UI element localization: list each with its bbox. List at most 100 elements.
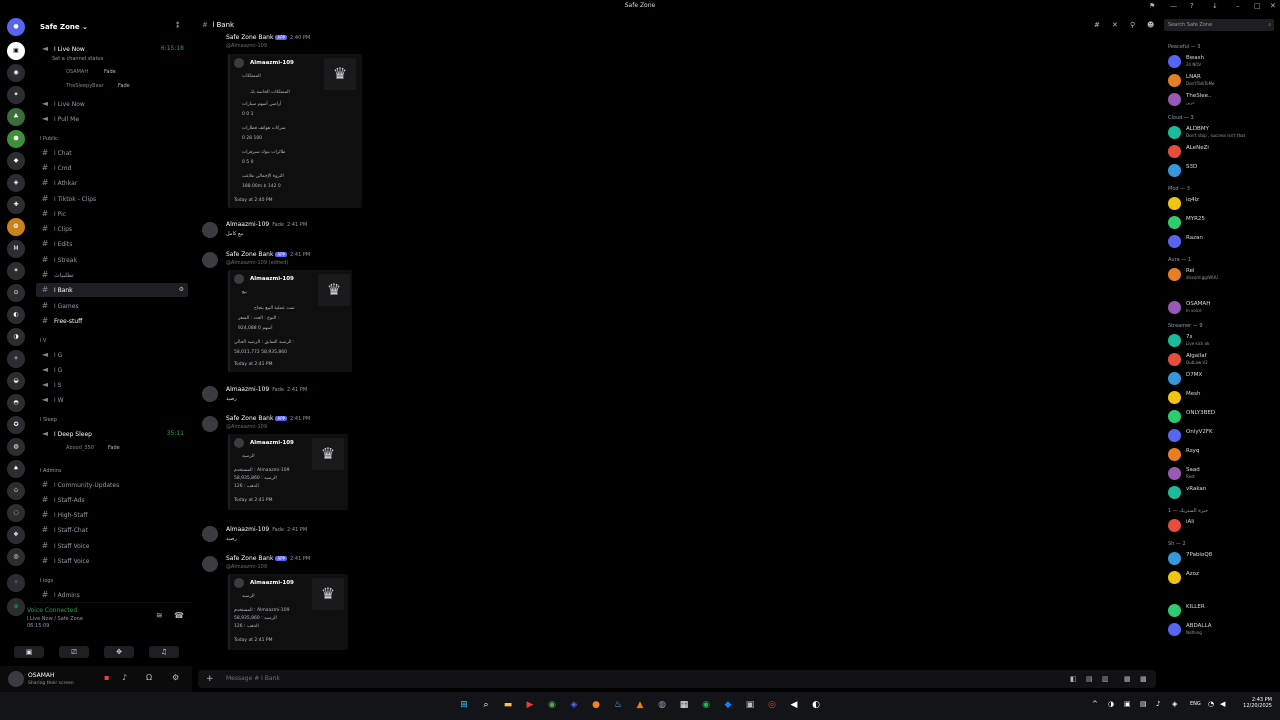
category-sleep[interactable]: ا Sleep	[40, 417, 57, 423]
text-channel[interactable]: # ا Staff Voice	[36, 539, 188, 553]
notification-icon[interactable]: ✕	[1112, 21, 1118, 29]
server-name-header[interactable]: Safe Zone ⌄	[32, 18, 192, 36]
wifi-icon[interactable]: ◔	[1208, 700, 1214, 708]
discord-icon[interactable]: ◈	[567, 698, 581, 712]
inbox-icon[interactable]: ⚑	[1149, 2, 1155, 10]
add-attachment-icon[interactable]: +	[206, 670, 214, 688]
file-explorer-icon[interactable]: ▬	[501, 698, 515, 712]
steam-icon[interactable]: ♨	[611, 698, 625, 712]
microphone-icon[interactable]: ♪	[122, 673, 127, 682]
text-channel[interactable]: # ا Games	[36, 299, 188, 313]
member-item[interactable]: Mesh	[1166, 390, 1278, 406]
headphones-icon[interactable]: Ω	[146, 673, 152, 682]
server-icon[interactable]: ✧	[7, 350, 25, 368]
voice-channel[interactable]: ◄ ا W	[36, 393, 188, 407]
text-channel[interactable]: # ا Tiktok - Clips	[36, 192, 188, 206]
avatar[interactable]	[202, 416, 218, 432]
member-item[interactable]: ONLY3BED	[1166, 409, 1278, 425]
voice-user[interactable]: TheSleepyBear	[66, 83, 104, 89]
noise-suppression-icon[interactable]: ≋	[156, 611, 163, 620]
message-author[interactable]: Safe Zone Bank APP 2:41 PM	[226, 555, 310, 562]
app-icon[interactable]: ◐	[809, 698, 823, 712]
server-icon[interactable]: ✚	[7, 196, 25, 214]
stream-icon[interactable]: ▪	[104, 673, 109, 682]
tray-icon[interactable]: ♪	[1156, 700, 1160, 708]
tray-icon[interactable]: ▣	[1124, 700, 1131, 708]
member-item[interactable]: OSAMAH In voice	[1166, 300, 1278, 316]
server-icon[interactable]: ◑	[7, 328, 25, 346]
app-icon[interactable]: ◎	[765, 698, 779, 712]
message-author[interactable]: Safe Zone Bank APP 2:40 PM	[226, 34, 310, 41]
app-icon[interactable]: ▣	[743, 698, 757, 712]
server-icon[interactable]: ◆	[7, 152, 25, 170]
server-icon[interactable]: ⬢	[7, 130, 25, 148]
threads-icon[interactable]: #	[1094, 21, 1100, 29]
avatar[interactable]	[202, 252, 218, 268]
member-item[interactable]: ABDALLA Nothing	[1166, 622, 1278, 638]
message-reply-mention[interactable]: @Almaazmi-109	[226, 564, 267, 570]
spotify-icon[interactable]: ◉	[699, 698, 713, 712]
message-author[interactable]: Almaazmi-109 Fade 2:41 PM	[226, 526, 307, 533]
message-author[interactable]: Almaazmi-109 Fade 2:41 PM	[226, 221, 307, 228]
category-public[interactable]: ا Public	[40, 136, 58, 142]
avatar[interactable]	[202, 556, 218, 572]
server-icon[interactable]: M	[7, 240, 25, 258]
member-item[interactable]: Saad Rest	[1166, 466, 1278, 482]
text-channel-selected[interactable]: # ا Bank ⚙	[36, 283, 188, 297]
message-reply-mention[interactable]: @Almaazmi-109	[226, 43, 267, 49]
channel-status-prompt[interactable]: Set a channel status	[52, 56, 103, 62]
message-author[interactable]: Almaazmi-109 Fade 2:41 PM	[226, 386, 307, 393]
tray-icon[interactable]: ▤	[1140, 700, 1147, 708]
voice-channel[interactable]: ◄ ا G	[36, 363, 188, 377]
text-channel[interactable]: # تطلبيات	[36, 268, 188, 282]
member-item[interactable]: LNAR Don'tTalkToMe	[1166, 73, 1278, 89]
help-icon[interactable]: ?	[1190, 2, 1194, 10]
camera-button[interactable]: ▣	[14, 646, 44, 658]
member-item[interactable]: vRakan	[1166, 485, 1278, 501]
member-item[interactable]: iq4lz	[1166, 196, 1278, 212]
message-reply-mention[interactable]: @Almaazmi-109 (edited)	[226, 260, 288, 266]
member-item[interactable]: Rel discord.gg/WUU	[1166, 267, 1278, 283]
invite-icon[interactable]: ⁑	[176, 22, 180, 30]
message-author[interactable]: Safe Zone Bank APP 2:41 PM	[226, 415, 310, 422]
server-icon[interactable]: ♣	[7, 108, 25, 126]
tray-icon[interactable]: ◈	[1172, 700, 1177, 708]
text-channel[interactable]: # ا Community-Updates	[36, 478, 188, 492]
voice-channel-live-now[interactable]: ◄ ا Live Now 6:15:18	[36, 42, 188, 56]
window-maximize-icon[interactable]: □	[1254, 2, 1261, 10]
server-icon[interactable]: ✪	[7, 416, 25, 434]
text-channel[interactable]: # ا High-Staff	[36, 508, 188, 522]
sticker-icon[interactable]: ▥	[1102, 670, 1109, 688]
member-item[interactable]: ALDBMY Don't stop , success isn't that	[1166, 125, 1278, 141]
member-item[interactable]: 7s Live kick ok	[1166, 333, 1278, 349]
server-icon[interactable]: ✩	[7, 482, 25, 500]
member-item[interactable]: Bwash 24 NOV	[1166, 54, 1278, 70]
server-icon[interactable]: ❖	[7, 526, 25, 544]
voice-channel-deep-sleep[interactable]: ◄ ا Deep Sleep 35:11	[36, 427, 188, 441]
app-icon[interactable]: ◍	[655, 698, 669, 712]
member-item[interactable]: iAli	[1166, 518, 1278, 534]
screenshare-button[interactable]: ⎚	[59, 646, 89, 658]
download-icon[interactable]: ↓	[1212, 2, 1218, 10]
voice-user[interactable]: Abood_350	[66, 445, 94, 451]
category-logs[interactable]: ا logs	[40, 578, 53, 584]
app-icon[interactable]: ▦	[677, 698, 691, 712]
text-channel[interactable]: # ا Cmd	[36, 161, 188, 175]
text-channel[interactable]: # ا Clips	[36, 222, 188, 236]
start-icon[interactable]: ⊞	[457, 698, 471, 712]
voice-channel[interactable]: ◄ ا S	[36, 378, 188, 392]
member-item[interactable]: Rsyq	[1166, 447, 1278, 463]
voice-channel[interactable]: ◄ ا Pull Me	[36, 112, 188, 126]
text-channel[interactable]: # ا Streak	[36, 253, 188, 267]
text-channel[interactable]: # ا Staff Voice	[36, 554, 188, 568]
window-minimize-icon[interactable]: –	[1236, 2, 1240, 10]
home-icon[interactable]: ●	[7, 18, 25, 36]
text-channel[interactable]: # ا Chat	[36, 146, 188, 160]
server-icon[interactable]: ◌	[7, 504, 25, 522]
gif-icon[interactable]: ▤	[1086, 670, 1093, 688]
category-v[interactable]: ا V	[40, 338, 46, 344]
server-icon[interactable]: ◍	[7, 438, 25, 456]
message-input[interactable]: Message # ا Bank	[226, 670, 280, 688]
member-item[interactable]: KILLER	[1166, 603, 1278, 619]
soundboard-button[interactable]: ♫	[149, 646, 179, 658]
